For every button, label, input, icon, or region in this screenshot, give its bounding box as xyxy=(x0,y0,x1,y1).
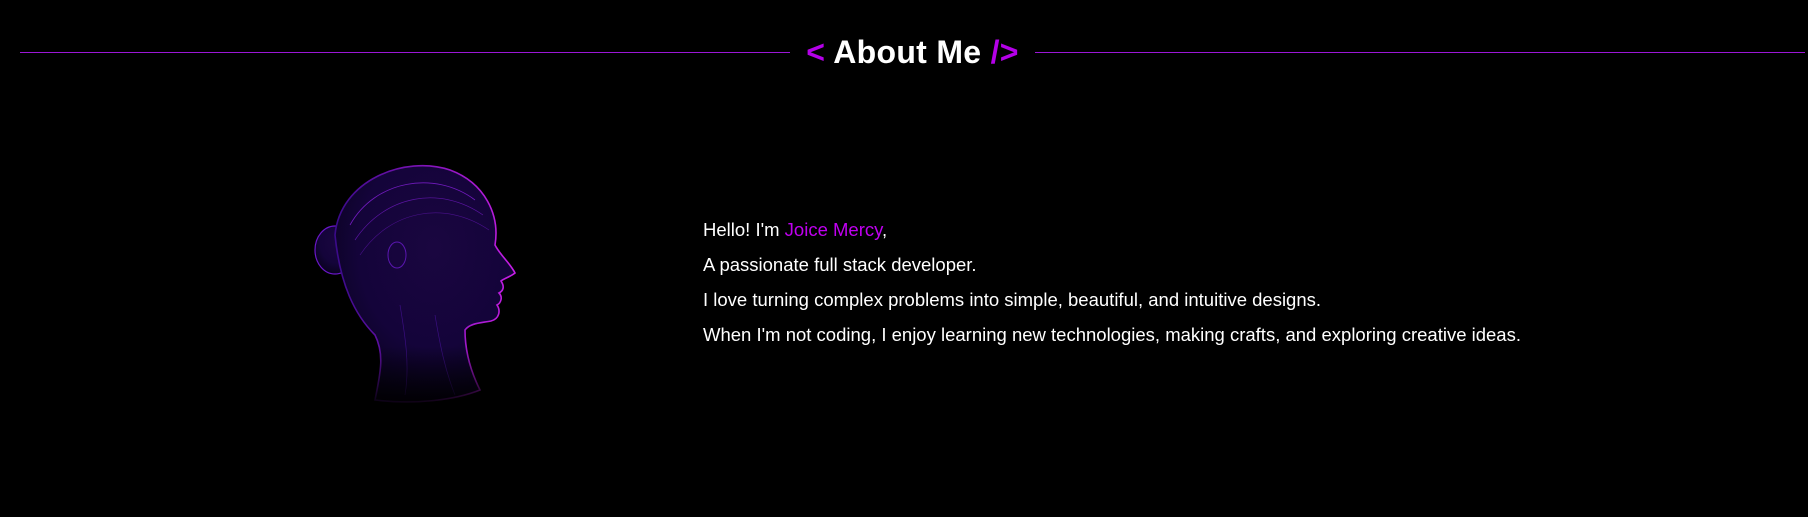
title-text: About Me xyxy=(833,34,982,70)
bio-line-hobbies: When I'm not coding, I enjoy learning ne… xyxy=(703,324,1521,345)
bio-line-passion: I love turning complex problems into sim… xyxy=(703,289,1322,310)
title-open-bracket: < xyxy=(806,34,826,70)
greeting-suffix: , xyxy=(882,219,888,240)
about-section: < About Me /> Hello! I'm Joice Mercy, A … xyxy=(0,0,1808,517)
heading-divider-left xyxy=(20,51,791,53)
bio-line-role: A passionate full stack developer. xyxy=(703,254,977,275)
title-close-bracket: /> xyxy=(990,34,1019,70)
greeting-prefix: Hello! I'm xyxy=(703,219,785,240)
heading-divider-right xyxy=(1034,51,1805,53)
section-title: < About Me /> xyxy=(806,32,1019,72)
bio-greeting: Hello! I'm Joice Mercy, xyxy=(703,212,1521,247)
woman-profile-silhouette-icon xyxy=(305,155,535,410)
section-heading-row: < About Me /> xyxy=(20,32,1805,72)
developer-name: Joice Mercy xyxy=(784,219,882,240)
bio-text: Hello! I'm Joice Mercy, A passionate ful… xyxy=(703,212,1521,352)
